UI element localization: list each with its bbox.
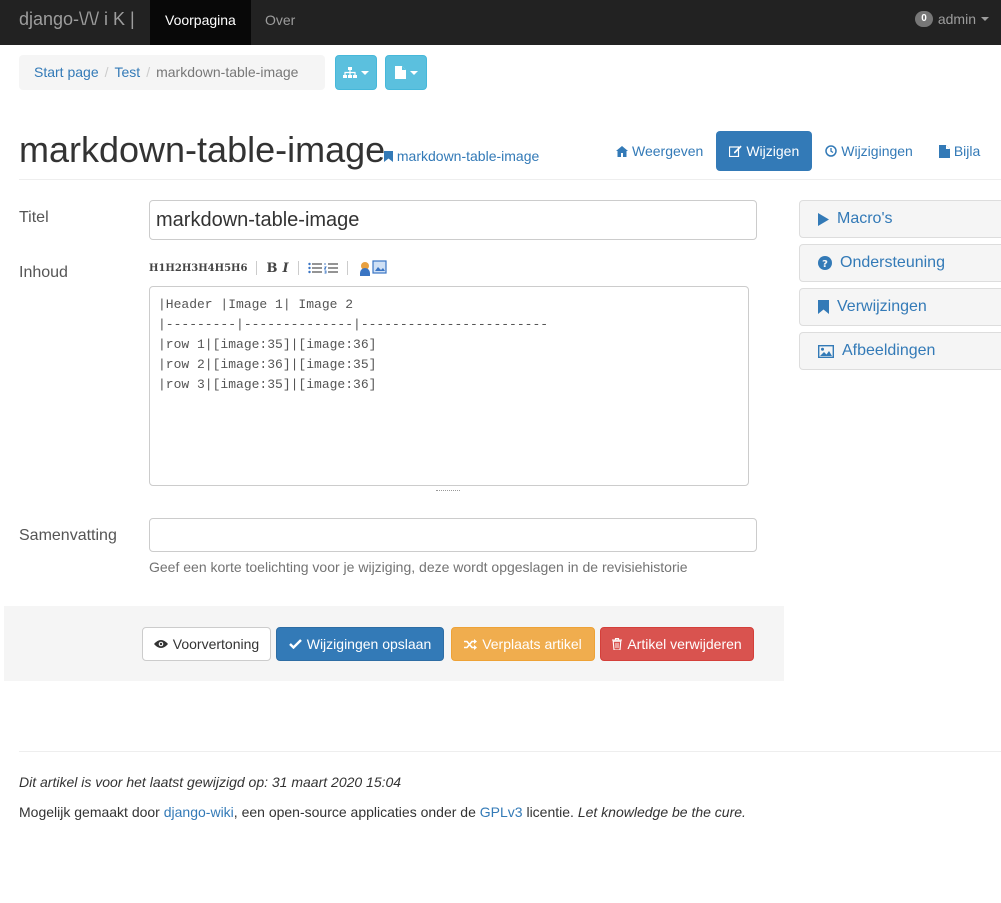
h5-button[interactable]: H5 (215, 263, 231, 274)
sitemap-icon (343, 66, 357, 78)
textarea-resize-handle[interactable] (436, 490, 460, 497)
last-modified-text: Dit artikel is voor het laatst gewijzigd… (19, 774, 401, 790)
tab-weergeven-label: Weergeven (632, 143, 704, 159)
file-icon (938, 144, 950, 158)
breadcrumb-test[interactable]: Test (115, 64, 141, 80)
breadcrumb: Start page / Test / markdown-table-image (19, 55, 325, 90)
nav-over[interactable]: Over (250, 0, 310, 45)
bookmark-icon (818, 300, 829, 314)
username: admin (937, 11, 976, 27)
check-icon (288, 639, 302, 649)
content-textarea[interactable]: |Header |Image 1| Image 2 |---------|---… (149, 286, 749, 486)
move-article-label: Verplaats artikel (482, 636, 582, 652)
article-slug-link[interactable]: markdown-table-image (384, 148, 539, 164)
link-image-icon[interactable] (357, 260, 389, 276)
h6-button[interactable]: H6 (231, 263, 247, 274)
delete-article-label: Artikel verwijderen (627, 636, 742, 652)
h1-button[interactable]: H1 (149, 263, 165, 274)
italic-button[interactable]: I (282, 261, 288, 276)
image-icon (818, 344, 834, 358)
caret-down-icon (361, 70, 369, 75)
file-icon (394, 66, 406, 79)
summary-label: Samenvatting (19, 527, 117, 544)
random-icon (464, 638, 478, 650)
markdown-toolbar: H1 H2 H3 H4 H5 H6 B I (149, 259, 389, 277)
sitemap-dropdown-button[interactable] (335, 55, 377, 90)
gplv3-link[interactable]: GPLv3 (480, 804, 523, 820)
nav-voorpagina[interactable]: Voorpagina (150, 0, 251, 45)
sidebar-panel-macros-label: Macro's (837, 210, 893, 227)
caret-down-icon (409, 70, 418, 75)
h2-button[interactable]: H2 (165, 263, 181, 274)
bookmark-icon (384, 151, 393, 162)
question-circle-icon: ? (818, 256, 832, 270)
credit-motto: Let knowledge be the cure. (577, 804, 746, 820)
edit-icon (729, 145, 743, 157)
summary-help-text: Geef een korte toelichting voor je wijzi… (149, 559, 688, 575)
preview-label: Voorvertoning (172, 636, 260, 652)
clock-icon (825, 145, 837, 157)
summary-input[interactable] (149, 518, 757, 552)
breadcrumb-start-page[interactable]: Start page (34, 64, 99, 80)
eye-icon (153, 640, 168, 648)
h3-button[interactable]: H3 (182, 263, 198, 274)
breadcrumb-current: markdown-table-image (156, 64, 299, 80)
caret-down-icon (981, 17, 989, 21)
svg-text:?: ? (822, 259, 828, 270)
unordered-list-icon[interactable] (307, 262, 322, 274)
sidebar-panel-macros[interactable]: Macro's (799, 200, 1001, 238)
delete-article-button[interactable]: Artikel verwijderen (600, 627, 754, 661)
navbar: django-\/\/ i K | Voorpagina Over 0 admi… (0, 0, 1001, 45)
user-menu[interactable]: 0 admin (915, 11, 989, 27)
home-icon (616, 145, 628, 157)
save-label: Wijzigingen opslaan (306, 636, 432, 652)
article-tabs: Weergeven Wijzigen Wijzigingen Bijla (603, 131, 993, 171)
h4-button[interactable]: H4 (198, 263, 214, 274)
credit-prefix: Mogelijk gemaakt door (19, 804, 164, 820)
sidebar-panel-afbeeldingen-label: Afbeeldingen (842, 342, 936, 359)
tab-bijlagen-label: Bijla (953, 143, 981, 159)
file-dropdown-button[interactable] (385, 55, 427, 90)
preview-button[interactable]: Voorvertoning (142, 627, 271, 661)
credit-suffix: licentie. (522, 804, 578, 820)
content-label: Inhoud (19, 264, 68, 281)
bold-button[interactable]: B (266, 261, 277, 276)
sidebar-panel-verwijzingen[interactable]: Verwijzingen (799, 288, 1001, 326)
tab-wijzigingen[interactable]: Wijzigingen (812, 131, 926, 171)
play-icon (818, 212, 829, 226)
notification-badge: 0 (915, 11, 933, 27)
move-article-button[interactable]: Verplaats artikel (451, 627, 595, 661)
ordered-list-icon[interactable] (323, 262, 338, 274)
sidebar-panel-ondersteuning[interactable]: ? Ondersteuning (799, 244, 1001, 282)
django-wiki-link[interactable]: django-wiki (164, 804, 234, 820)
credit-middle: , een open-source applicaties onder de (233, 804, 480, 820)
sidebar-panel-ondersteuning-label: Ondersteuning (840, 254, 945, 271)
tab-wijzigen[interactable]: Wijzigen (716, 131, 813, 171)
last-modified-label: Dit artikel is voor het laatst gewijzigd… (19, 774, 402, 790)
title-label: Titel (19, 209, 49, 226)
sidebar-panel-verwijzingen-label: Verwijzingen (837, 298, 927, 315)
save-button[interactable]: Wijzigingen opslaan (276, 627, 444, 661)
sidebar-panel-afbeeldingen[interactable]: Afbeeldingen (799, 332, 1001, 370)
title-input[interactable]: markdown-table-image (149, 200, 757, 240)
brand-logo[interactable]: django-\/\/ i K | (19, 9, 135, 30)
tab-bijlagen[interactable]: Bijla (926, 131, 993, 171)
page-title: markdown-table-image (19, 129, 386, 170)
tab-wijzigen-label: Wijzigen (746, 143, 800, 159)
tab-weergeven[interactable]: Weergeven (603, 131, 716, 171)
article-slug-label: markdown-table-image (396, 148, 540, 164)
credits-text: Mogelijk gemaakt door django-wiki, een o… (19, 804, 746, 820)
trash-icon (612, 638, 623, 650)
tab-wijzigingen-label: Wijzigingen (841, 143, 913, 159)
footer-divider (19, 751, 1001, 752)
title-divider (19, 179, 1001, 180)
